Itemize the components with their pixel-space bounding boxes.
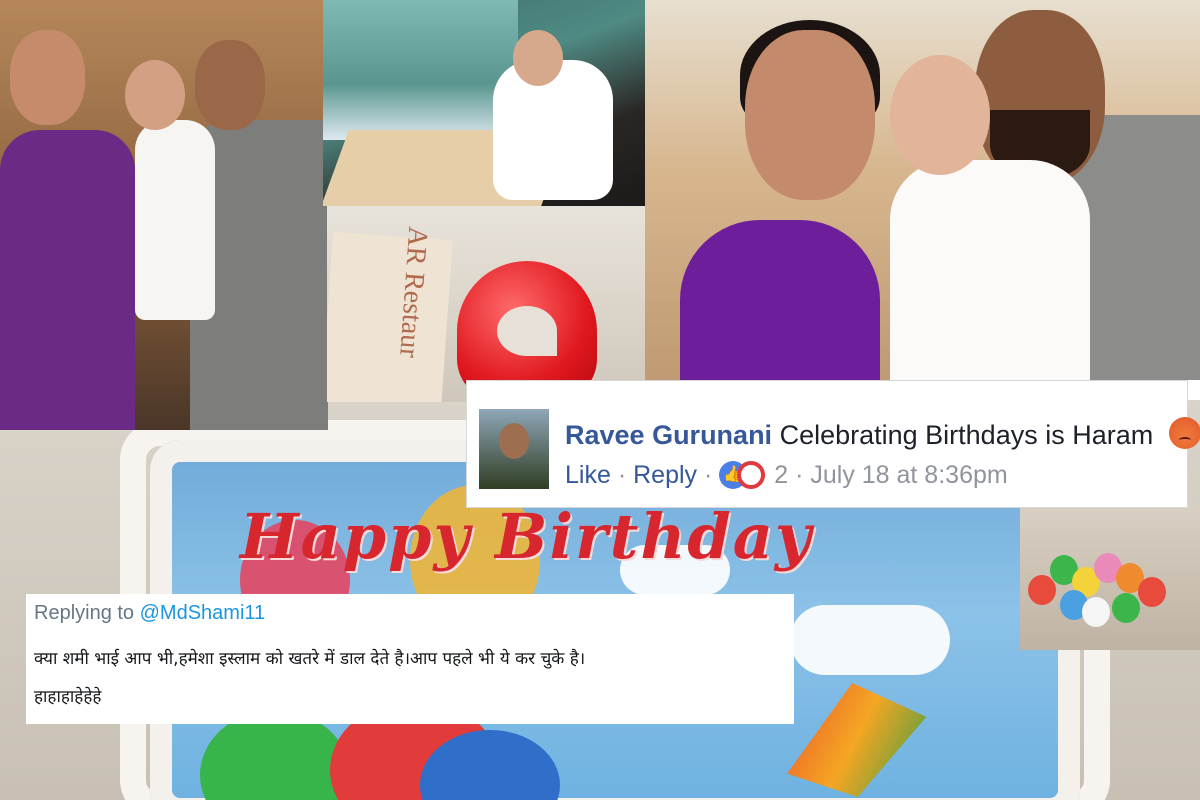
girl-head (513, 30, 563, 86)
woman-figure (680, 220, 880, 380)
girl-figure (493, 60, 613, 200)
woman-figure (0, 130, 135, 430)
reply-link[interactable]: Reply (633, 461, 697, 489)
girl-figure (135, 120, 215, 320)
cake-greeting-text: Happy Birthday (240, 500, 813, 573)
balloons-photo (1020, 505, 1200, 650)
avatar[interactable] (479, 409, 549, 489)
like-link[interactable]: Like (565, 461, 611, 489)
twitter-reply: Replying to @MdShami11 क्या शमी भाई आप भ… (26, 594, 794, 724)
mention-link[interactable]: @MdShami11 (140, 602, 266, 624)
balloon-decoration (1112, 593, 1140, 623)
woman-head (745, 30, 875, 200)
candle-hole (497, 306, 557, 356)
cloud-decoration (790, 605, 950, 675)
restaurant-card (327, 232, 453, 402)
comment-timestamp[interactable]: July 18 at 8:36pm (810, 461, 1007, 489)
girl-head (890, 55, 990, 175)
aquarium-photo (323, 0, 645, 206)
candle-photo: AR Restaur (327, 206, 645, 402)
girl-head (125, 60, 185, 130)
balloon-decoration (1028, 575, 1056, 605)
separator: · (703, 461, 713, 489)
comment-author-link[interactable]: Ravee Gurunani (565, 420, 772, 450)
reply-text-line: क्या शमी भाई आप भी,हमेशा इस्लाम को खतरे … (34, 649, 586, 669)
separator: · (617, 461, 627, 489)
man-head (195, 40, 265, 130)
reply-text-line: हाहाहाहेहेहे (34, 687, 102, 707)
balloon-decoration (1082, 597, 1110, 627)
angry-reaction-icon (737, 461, 766, 489)
family-photo (0, 0, 328, 430)
angry-face-icon (1168, 417, 1200, 449)
aquarium-tank (323, 0, 518, 140)
comment-body: Ravee Gurunani Celebrating Birthdays is … (565, 417, 1200, 451)
avatar-face (499, 423, 529, 459)
comment-text: Celebrating Birthdays is Haram (779, 420, 1154, 450)
girl-figure (890, 160, 1090, 380)
comment-actions: Like · Reply · 👍 2 · July 18 at 8:36pm (565, 461, 1008, 490)
balloon-decoration (1138, 577, 1166, 607)
facebook-comment: Ravee Gurunani Celebrating Birthdays is … (466, 380, 1200, 508)
reaction-count: 2 (774, 461, 789, 489)
reply-text: क्या शमी भाई आप भी,हमेशा इस्लाम को खतरे … (34, 640, 784, 716)
replying-prefix: Replying to (34, 602, 135, 624)
selfie-photo (645, 0, 1200, 380)
separator: · (795, 461, 804, 489)
replying-to-label: Replying to @MdShami11 (34, 602, 265, 625)
reactions-button[interactable]: 👍 (719, 461, 767, 489)
woman-head (10, 30, 85, 125)
